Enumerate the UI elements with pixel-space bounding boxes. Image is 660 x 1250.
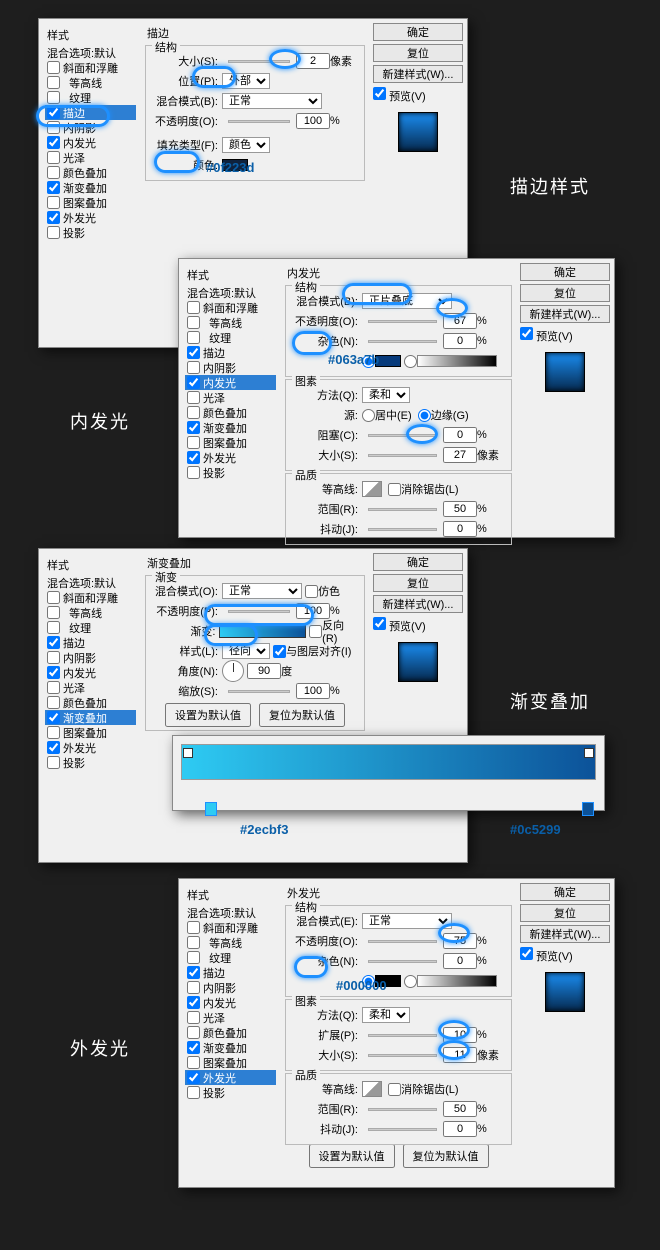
dialog-innerglow: 样式 混合选项:默认 斜面和浮雕 等高线 纹理 描边 内阴影 内发光 光泽 颜色… — [178, 258, 615, 538]
style-coloroverlay[interactable]: 颜色叠加 — [45, 165, 136, 180]
label-outerglow: 外发光 — [70, 1035, 130, 1061]
filltype-select[interactable]: 颜色 — [222, 137, 270, 153]
reset-button[interactable]: 复位 — [373, 44, 463, 62]
size-input[interactable] — [443, 447, 477, 463]
style-list2: 样式 混合选项:默认 斜面和浮雕 等高线 纹理 描边 内阴影 内发光 光泽 颜色… — [183, 263, 278, 533]
style-outerglow[interactable]: 外发光 — [45, 210, 136, 225]
structure-group: 结构 大小(S):像素 位置(P):外部 混合模式(B):正常 不透明度(O):… — [145, 45, 365, 181]
size-input[interactable] — [296, 53, 330, 69]
gradient-editor — [172, 735, 605, 811]
opacity-input[interactable] — [296, 113, 330, 129]
label-stroke: 描边样式 — [510, 173, 590, 199]
angle-dial[interactable] — [222, 660, 244, 682]
style-gradientoverlay[interactable]: 渐变叠加 — [45, 180, 136, 195]
style-innerglow[interactable]: 内发光 — [45, 135, 136, 150]
position-select[interactable]: 外部 — [222, 73, 270, 89]
gradient-picker[interactable] — [219, 624, 306, 638]
preview-swatch — [398, 112, 438, 152]
style-satin[interactable]: 光泽 — [45, 150, 136, 165]
ok-button[interactable]: 确定 — [373, 23, 463, 41]
opacity-slider[interactable] — [228, 120, 290, 123]
style-bevel[interactable]: 斜面和浮雕 — [45, 60, 136, 75]
style-patternoverlay[interactable]: 图案叠加 — [45, 195, 136, 210]
ok-button[interactable]: 确定 — [520, 263, 610, 281]
blend-options-row[interactable]: 混合选项:默认 — [45, 45, 136, 60]
style-dropshadow[interactable]: 投影 — [45, 225, 136, 240]
style-innershadow[interactable]: 内阴影 — [45, 120, 136, 135]
style-stroke[interactable]: 描边 — [45, 105, 136, 120]
style-list: 样式 混合选项:默认 斜面和浮雕 等高线 纹理 描边 内阴影 内发光 光泽 颜色… — [43, 23, 138, 343]
preview-row[interactable]: 预览(V) — [373, 87, 463, 104]
style-texture[interactable]: 纹理 — [45, 90, 136, 105]
hex-1: #0f223d — [206, 160, 254, 175]
newstyle-button[interactable]: 新建样式(W)... — [373, 65, 463, 83]
dialog-outerglow: 样式 混合选项:默认 斜面和浮雕 等高线 纹理 描边 内阴影 内发光 光泽 颜色… — [178, 878, 615, 1188]
opacity-input[interactable] — [443, 313, 477, 329]
right-buttons: 确定 复位 新建样式(W)... 预览(V) — [373, 23, 463, 160]
reset-button[interactable]: 复位 — [520, 284, 610, 302]
blend-select[interactable]: 正片叠底 — [362, 293, 452, 309]
blend-select[interactable]: 正常 — [222, 93, 322, 109]
newstyle-button[interactable]: 新建样式(W)... — [520, 305, 610, 323]
style-contour[interactable]: 等高线 — [45, 75, 136, 90]
size-slider[interactable] — [228, 60, 290, 63]
color-stop-right[interactable] — [582, 802, 594, 816]
label-grad: 渐变叠加 — [510, 688, 590, 714]
gradient-bar[interactable] — [181, 744, 596, 780]
label-innerglow: 内发光 — [70, 408, 130, 434]
color-stop-left[interactable] — [205, 802, 217, 816]
styles-header: 样式 — [45, 25, 136, 45]
